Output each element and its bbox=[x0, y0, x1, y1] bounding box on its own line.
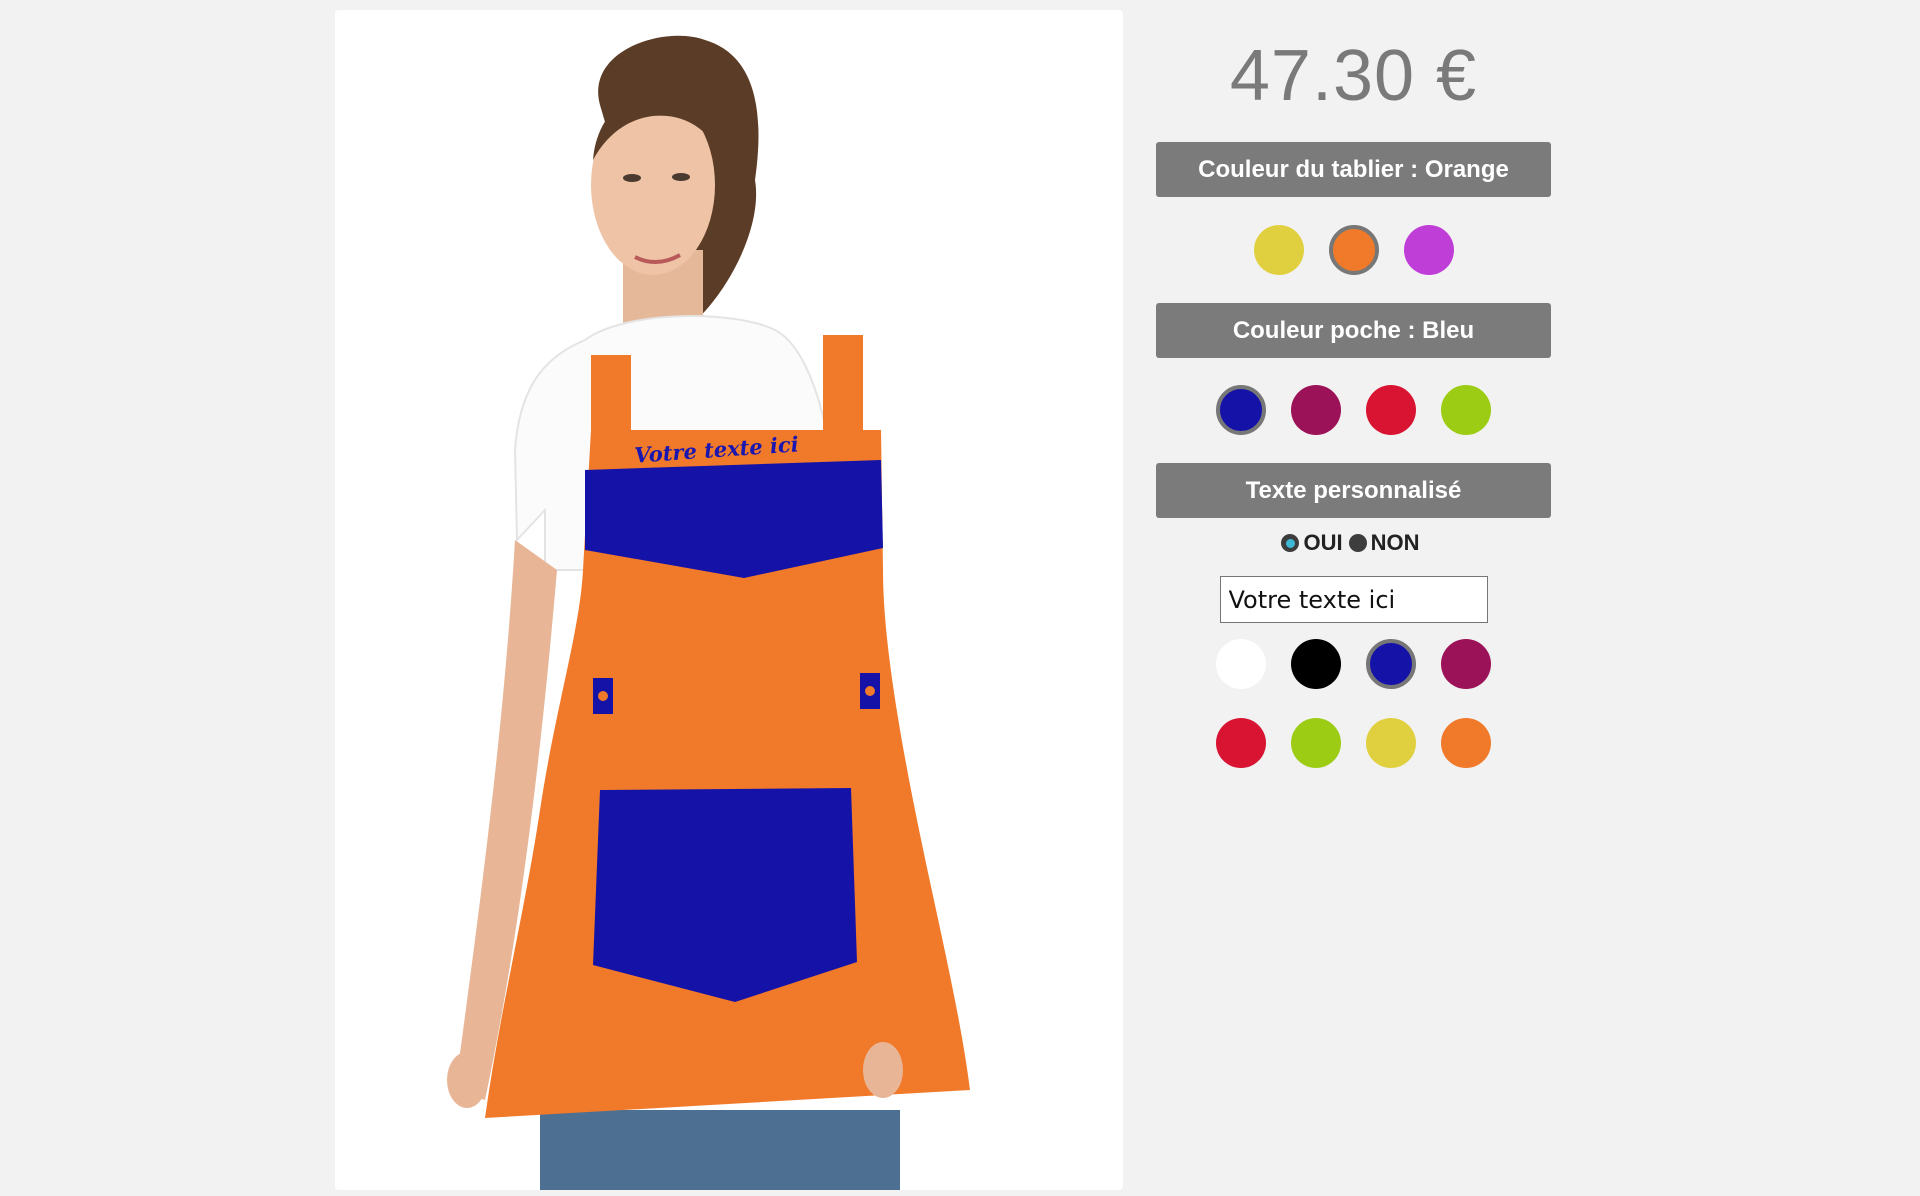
text-color-swatch-red[interactable] bbox=[1216, 718, 1266, 768]
text-color-swatch-green[interactable] bbox=[1291, 718, 1341, 768]
custom-text-header: Texte personnalisé bbox=[1156, 463, 1551, 518]
text-color-swatch-yellow[interactable] bbox=[1366, 718, 1416, 768]
text-color-swatch-burgundy[interactable] bbox=[1441, 639, 1491, 689]
apron-color-swatch-purple[interactable] bbox=[1403, 225, 1454, 275]
apron-color-swatches bbox=[1156, 225, 1551, 275]
pocket-color-header: Couleur poche : Bleu bbox=[1156, 303, 1551, 358]
apron-color-header: Couleur du tablier : Orange bbox=[1156, 142, 1551, 197]
radio-oui[interactable] bbox=[1281, 534, 1300, 552]
pocket-color-swatch-red[interactable] bbox=[1366, 385, 1416, 435]
custom-text-toggle: OUI NON bbox=[1156, 530, 1551, 556]
radio-non[interactable] bbox=[1348, 534, 1367, 552]
customization-panel: 47.30 € Couleur du tablier : Orange Coul… bbox=[1156, 0, 1551, 768]
text-color-swatch-black[interactable] bbox=[1291, 639, 1341, 689]
apron-strap-right bbox=[823, 335, 863, 445]
text-color-swatches-row-1 bbox=[1156, 639, 1551, 689]
radio-non-label[interactable]: NON bbox=[1371, 530, 1420, 556]
text-color-swatch-blue[interactable] bbox=[1366, 639, 1416, 689]
apron-color-swatch-yellow[interactable] bbox=[1253, 225, 1304, 275]
pocket-color-swatch-burgundy[interactable] bbox=[1291, 385, 1341, 435]
pocket-color-swatch-green[interactable] bbox=[1441, 385, 1491, 435]
product-image: Votre texte ici bbox=[335, 10, 1123, 1190]
text-color-swatches-row-2 bbox=[1156, 718, 1551, 768]
apron-color-swatch-orange[interactable] bbox=[1328, 225, 1379, 275]
jeans bbox=[540, 1110, 900, 1190]
apron-pocket bbox=[593, 788, 857, 1002]
text-color-swatch-orange[interactable] bbox=[1441, 718, 1491, 768]
product-price: 47.30 € bbox=[1229, 36, 1478, 116]
pocket-color-swatches bbox=[1156, 385, 1551, 435]
custom-text-input[interactable] bbox=[1219, 576, 1488, 623]
radio-oui-label[interactable]: OUI bbox=[1303, 530, 1342, 556]
pocket-color-swatch-blue[interactable] bbox=[1216, 385, 1266, 435]
text-color-swatch-white[interactable] bbox=[1216, 639, 1266, 689]
apron-model-illustration: Votre texte ici bbox=[447, 35, 970, 1190]
